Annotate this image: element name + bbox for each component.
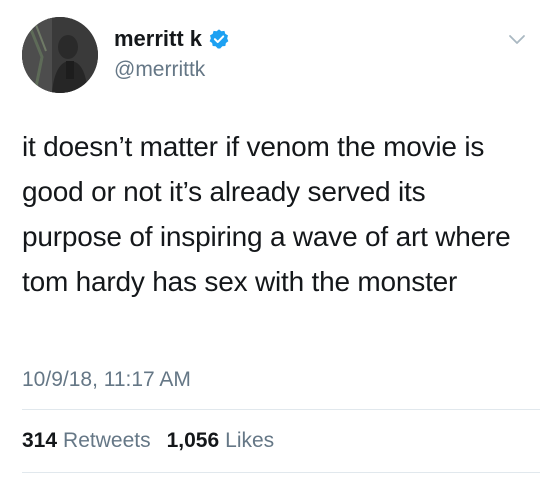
author-handle[interactable]: @merrittk <box>114 57 205 83</box>
chevron-down-icon[interactable] <box>508 34 526 46</box>
tweet-timestamp[interactable]: 10/9/18, 11:17 AM <box>22 367 191 393</box>
retweets-label[interactable]: Retweets <box>63 428 151 454</box>
author-name-row: merritt k <box>114 26 230 52</box>
divider <box>22 472 540 473</box>
avatar[interactable] <box>22 17 98 93</box>
tweet-stats: 314 Retweets 1,056 Likes <box>22 428 274 454</box>
verified-badge-icon <box>209 29 229 49</box>
likes-label[interactable]: Likes <box>225 428 274 454</box>
divider <box>22 409 540 410</box>
retweets-count[interactable]: 314 <box>22 428 57 454</box>
avatar-photo <box>22 17 98 93</box>
tweet-text: it doesn’t matter if venom the movie is … <box>22 131 511 297</box>
author-display-name[interactable]: merritt k <box>114 26 202 52</box>
likes-count[interactable]: 1,056 <box>167 428 220 454</box>
